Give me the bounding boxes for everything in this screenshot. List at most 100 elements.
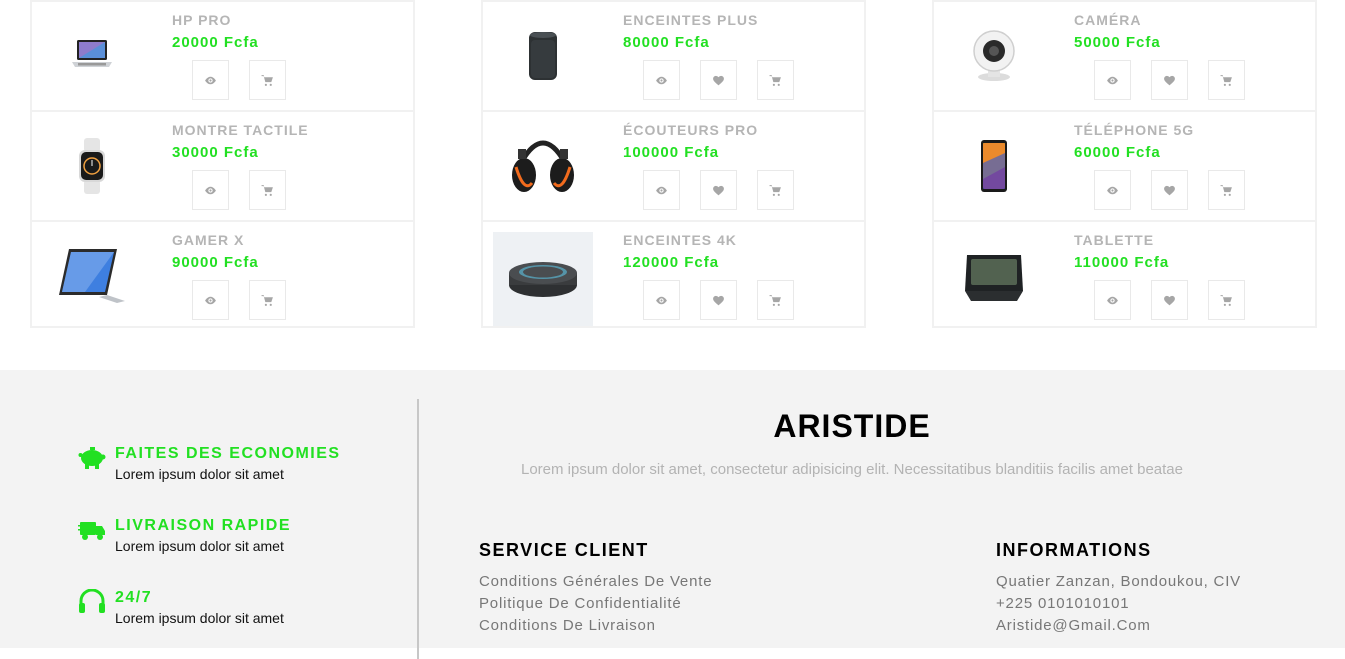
cart-icon [1220,74,1232,86]
heart-icon [713,295,724,305]
feature-desc: Lorem ipsum dolor sit amet [115,538,284,554]
eye-icon [1107,296,1118,304]
wishlist-button[interactable] [700,280,737,320]
product-name: TÉLÉPHONE 5G [1074,122,1195,138]
add-to-cart-button[interactable] [249,60,286,100]
cart-icon [1220,184,1232,196]
feature-title: 24/7 [115,589,153,606]
security-camera-image[interactable] [944,2,1044,110]
brand-tagline: Lorem ipsum dolor sit amet, consectetur … [521,461,1183,478]
smart-display-image[interactable] [944,222,1044,330]
wishlist-button[interactable] [700,60,737,100]
view-button[interactable] [643,280,680,320]
wishlist-button[interactable] [1151,170,1188,210]
service-client-title: SERVICE CLIENT [479,540,649,560]
cart-icon [261,184,273,196]
view-button[interactable] [192,280,229,320]
eye-icon [205,186,216,194]
eye-icon [1107,186,1118,194]
footer: FAITES DES ECONOMIES Lorem ipsum dolor s… [0,370,1345,659]
echo-dot-image[interactable] [493,232,593,326]
link-privacy[interactable]: Politique De Confidentialité [479,593,712,615]
product-card[interactable]: GAMER X 90000 Fcfa [32,220,413,330]
wishlist-button[interactable] [1151,280,1188,320]
product-name: CAMÉRA [1074,12,1142,28]
product-card[interactable]: ÉCOUTEURS PRO 100000 Fcfa [483,110,864,220]
eye-icon [656,76,667,84]
heart-icon [1164,185,1175,195]
informations-column: INFORMATIONS Quatier Zanzan, Bondoukou, … [996,540,1241,637]
feature-title: LIVRAISON RAPIDE [115,517,292,534]
product-price: 80000 Fcfa [623,34,710,51]
informations-title: INFORMATIONS [996,540,1152,560]
info-address: Quatier Zanzan, Bondoukou, CIV [996,573,1241,590]
view-button[interactable] [1094,280,1131,320]
product-card[interactable]: MONTRE TACTILE 30000 Fcfa [32,110,413,220]
cart-icon [769,294,781,306]
product-card[interactable]: CAMÉRA 50000 Fcfa [934,0,1315,110]
product-price: 30000 Fcfa [172,144,259,161]
heart-icon [1164,75,1175,85]
add-to-cart-button[interactable] [757,170,794,210]
smartwatch-image[interactable] [42,112,142,220]
product-name: TABLETTE [1074,232,1155,248]
product-card[interactable]: ENCEINTES PLUS 80000 Fcfa [483,0,864,110]
product-card[interactable]: TÉLÉPHONE 5G 60000 Fcfa [934,110,1315,220]
heart-icon [1164,295,1175,305]
cart-icon [261,74,273,86]
link-cgv[interactable]: Conditions Générales De Vente [479,571,712,593]
product-name: HP PRO [172,12,232,28]
eye-icon [205,76,216,84]
product-column-2: ENCEINTES PLUS 80000 Fcfa ÉCOUTEURS PRO … [481,0,866,328]
add-to-cart-button[interactable] [1208,280,1245,320]
brand-name: ARISTIDE [773,408,931,444]
cart-icon [261,294,273,306]
add-to-cart-button[interactable] [1208,170,1245,210]
heart-icon [713,75,724,85]
add-to-cart-button[interactable] [249,280,286,320]
view-button[interactable] [1094,170,1131,210]
smart-speaker-image[interactable] [493,2,593,110]
ear-defenders-image[interactable] [493,112,593,220]
feature-desc: Lorem ipsum dolor sit amet [115,610,284,626]
eye-icon [1107,76,1118,84]
view-button[interactable] [1094,60,1131,100]
add-to-cart-button[interactable] [757,280,794,320]
info-email[interactable]: Aristide@Gmail.Com [996,615,1241,637]
product-price: 120000 Fcfa [623,254,720,271]
info-phone[interactable]: +225 0101010101 [996,593,1241,615]
cart-icon [769,184,781,196]
cart-icon [1220,294,1232,306]
product-card[interactable]: TABLETTE 110000 Fcfa [934,220,1315,330]
product-name: ÉCOUTEURS PRO [623,122,759,138]
service-client-column: SERVICE CLIENT Conditions Générales De V… [479,540,712,637]
product-price: 60000 Fcfa [1074,144,1161,161]
add-to-cart-button[interactable] [1208,60,1245,100]
eye-icon [656,186,667,194]
feature-title: FAITES DES ECONOMIES [115,445,341,462]
headset-icon [78,588,106,615]
view-button[interactable] [192,60,229,100]
view-button[interactable] [192,170,229,210]
heart-icon [713,185,724,195]
product-name: ENCEINTES PLUS [623,12,759,28]
product-card[interactable]: ENCEINTES 4K 120000 Fcfa [483,220,864,330]
product-column-3: CAMÉRA 50000 Fcfa TÉLÉPHONE 5G 60000 Fcf… [932,0,1317,328]
link-delivery-terms[interactable]: Conditions De Livraison [479,615,712,637]
view-button[interactable] [643,170,680,210]
add-to-cart-button[interactable] [757,60,794,100]
wishlist-button[interactable] [1151,60,1188,100]
tablet-pc-image[interactable] [42,222,142,330]
add-to-cart-button[interactable] [249,170,286,210]
product-name: MONTRE TACTILE [172,122,309,138]
product-price: 90000 Fcfa [172,254,259,271]
wishlist-button[interactable] [700,170,737,210]
view-button[interactable] [643,60,680,100]
product-name: GAMER X [172,232,245,248]
delivery-truck-icon [78,517,106,543]
smartphone-image[interactable] [944,112,1044,220]
product-card[interactable]: HP PRO 20000 Fcfa [32,0,413,110]
laptop-image[interactable] [42,2,142,110]
cart-icon [769,74,781,86]
product-name: ENCEINTES 4K [623,232,737,248]
